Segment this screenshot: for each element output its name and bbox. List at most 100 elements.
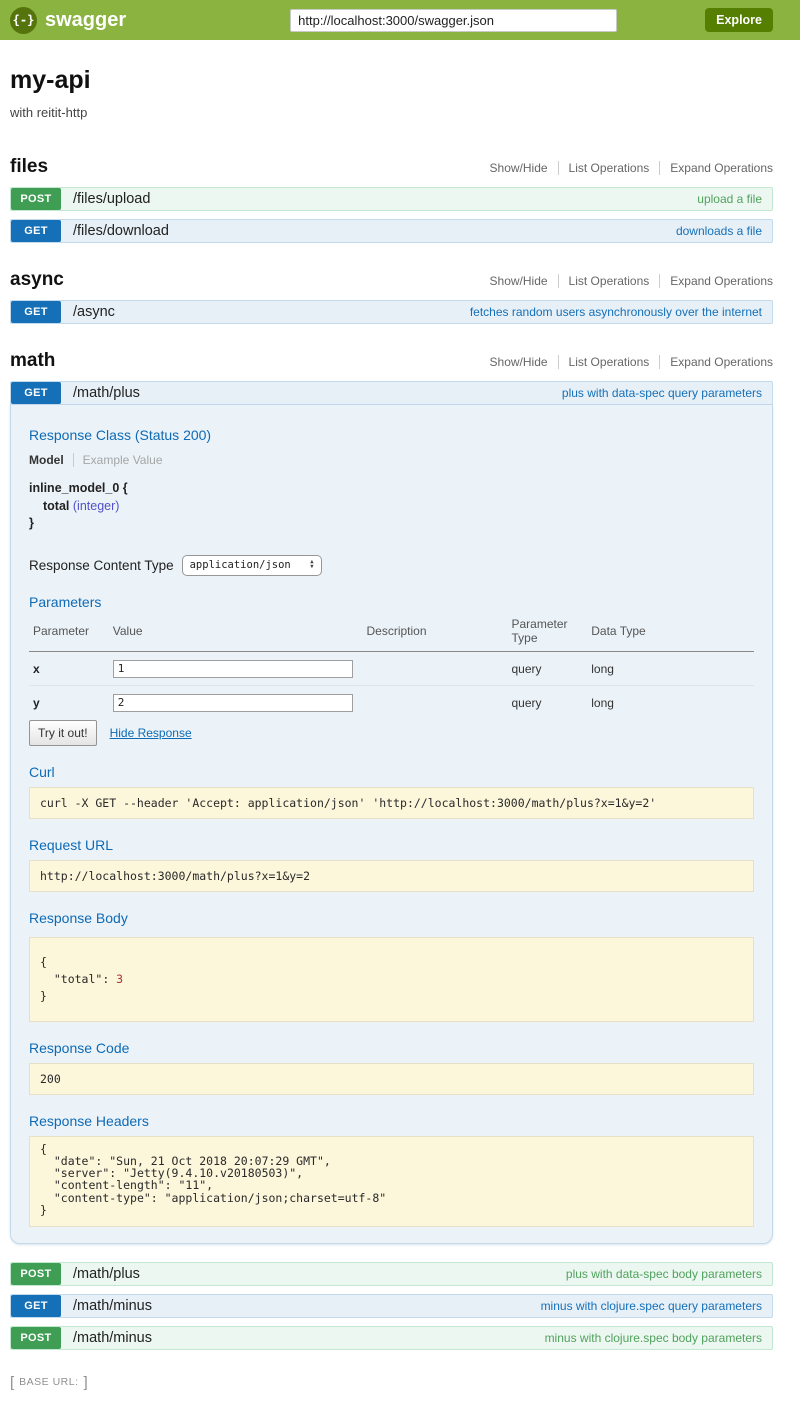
header-bar: {-} swagger Explore	[0, 0, 800, 40]
param-name: x	[29, 651, 109, 685]
select-stepper-icon: ▲▼	[310, 560, 313, 570]
response-headers-title: Response Headers	[29, 1113, 754, 1129]
col-description: Description	[363, 612, 508, 652]
operation-row-get-async[interactable]: GET /async fetches random users asynchro…	[10, 300, 773, 324]
bracket-close: ]	[84, 1374, 88, 1391]
param-type: query	[508, 651, 588, 685]
get-method-badge: GET	[11, 382, 61, 404]
resource-section-async: async Show/Hide List Operations Expand O…	[10, 269, 773, 324]
model-signature-close: }	[29, 515, 754, 533]
get-method-badge: GET	[11, 1295, 61, 1317]
operation-row-post-math-plus[interactable]: POST /math/plus plus with data-spec body…	[10, 1262, 773, 1286]
post-method-badge: POST	[11, 1327, 61, 1349]
col-data-type: Data Type	[587, 612, 754, 652]
operation-row-post-files-upload[interactable]: POST /files/upload upload a file	[10, 187, 773, 211]
tab-example-value[interactable]: Example Value	[74, 453, 163, 467]
response-code-title: Response Code	[29, 1040, 754, 1056]
expand-operations-link[interactable]: Expand Operations	[659, 274, 773, 288]
tab-model[interactable]: Model	[29, 453, 74, 467]
operation-summary[interactable]: minus with clojure.spec body parameters	[545, 1331, 762, 1345]
operation-path[interactable]: /math/minus	[73, 1330, 152, 1346]
resource-section-math: math Show/Hide List Operations Expand Op…	[10, 350, 773, 1350]
operation-detail-panel: Response Class (Status 200) Model Exampl…	[10, 405, 773, 1244]
page-content: my-api with reitit-http files Show/Hide …	[10, 66, 773, 1391]
col-parameter: Parameter	[29, 612, 109, 652]
json-text: { "total":	[40, 955, 116, 986]
resource-section-files: files Show/Hide List Operations Expand O…	[10, 156, 773, 243]
selected-content-type: application/json	[190, 559, 291, 571]
post-method-badge: POST	[11, 1263, 61, 1285]
response-class-title: Response Class (Status 200)	[29, 427, 754, 443]
list-operations-link[interactable]: List Operations	[558, 355, 660, 369]
swagger-braces-icon: {-}	[10, 7, 37, 34]
response-content-type-row: Response Content Type application/json ▲…	[29, 555, 754, 576]
operation-path[interactable]: /math/plus	[73, 1266, 140, 1282]
curl-command: curl -X GET --header 'Accept: applicatio…	[29, 787, 754, 819]
base-url-footer: [ BASE URL: ]	[10, 1374, 773, 1391]
list-operations-link[interactable]: List Operations	[558, 161, 660, 175]
resource-title: files	[10, 156, 48, 178]
response-headers-json: { "date": "Sun, 21 Oct 2018 20:07:29 GMT…	[29, 1136, 754, 1226]
base-url-label: BASE URL:	[19, 1376, 78, 1388]
col-parameter-type: Parameter Type	[508, 612, 588, 652]
operation-row-get-math-minus[interactable]: GET /math/minus minus with clojure.spec …	[10, 1294, 773, 1318]
show-hide-link[interactable]: Show/Hide	[480, 355, 558, 369]
list-operations-link[interactable]: List Operations	[558, 274, 660, 288]
get-method-badge: GET	[11, 301, 61, 323]
param-x-input[interactable]	[113, 660, 353, 678]
parameter-row-x: x query long	[29, 651, 754, 685]
operation-summary[interactable]: upload a file	[697, 192, 762, 206]
operation-summary[interactable]: fetches random users asynchronously over…	[470, 305, 762, 319]
curl-title: Curl	[29, 764, 754, 780]
param-description	[363, 685, 508, 715]
operation-row-post-math-minus[interactable]: POST /math/minus minus with clojure.spec…	[10, 1326, 773, 1350]
operation-path[interactable]: /files/download	[73, 223, 169, 239]
model-field: total (integer)	[29, 498, 754, 516]
expand-operations-link[interactable]: Expand Operations	[659, 355, 773, 369]
resource-links: Show/Hide List Operations Expand Operati…	[480, 161, 773, 175]
operation-path[interactable]: /files/upload	[73, 191, 150, 207]
brand-text: swagger	[45, 9, 126, 32]
hide-response-link[interactable]: Hide Response	[110, 726, 192, 740]
show-hide-link[interactable]: Show/Hide	[480, 274, 558, 288]
resource-links: Show/Hide List Operations Expand Operati…	[480, 274, 773, 288]
page-subtitle: with reitit-http	[10, 105, 773, 120]
request-url-value: http://localhost:3000/math/plus?x=1&y=2	[29, 860, 754, 892]
try-it-out-button[interactable]: Try it out!	[29, 720, 97, 746]
api-url-input[interactable]	[290, 9, 617, 32]
show-hide-link[interactable]: Show/Hide	[480, 161, 558, 175]
resource-links: Show/Hide List Operations Expand Operati…	[480, 355, 773, 369]
param-data-type: long	[587, 685, 754, 715]
response-content-type-label: Response Content Type	[29, 558, 174, 573]
page-title: my-api	[10, 66, 773, 95]
resource-heading: async Show/Hide List Operations Expand O…	[10, 269, 773, 291]
expand-operations-link[interactable]: Expand Operations	[659, 161, 773, 175]
model-signature-open: inline_model_0 {	[29, 480, 754, 498]
response-code-value: 200	[29, 1063, 754, 1095]
model-field-type: (integer)	[73, 499, 120, 513]
operation-path[interactable]: /async	[73, 304, 115, 320]
model-tabs: Model Example Value	[29, 453, 754, 467]
parameter-row-y: y query long	[29, 685, 754, 715]
post-method-badge: POST	[11, 188, 61, 210]
swagger-logo[interactable]: {-} swagger	[10, 7, 126, 34]
operation-path[interactable]: /math/plus	[73, 385, 140, 401]
operation-summary[interactable]: downloads a file	[676, 224, 762, 238]
operation-summary[interactable]: minus with clojure.spec query parameters	[541, 1299, 762, 1313]
operation-path[interactable]: /math/minus	[73, 1298, 152, 1314]
response-content-type-select[interactable]: application/json ▲▼	[182, 555, 322, 576]
get-method-badge: GET	[11, 220, 61, 242]
parameters-title: Parameters	[29, 594, 754, 610]
json-number: 3	[116, 972, 123, 986]
param-y-input[interactable]	[113, 694, 353, 712]
operation-summary[interactable]: plus with data-spec body parameters	[566, 1267, 762, 1281]
model-field-name: total	[43, 499, 69, 513]
parameters-table: Parameter Value Description Parameter Ty…	[29, 612, 754, 715]
operation-row-get-files-download[interactable]: GET /files/download downloads a file	[10, 219, 773, 243]
param-data-type: long	[587, 651, 754, 685]
model-signature: inline_model_0 { total (integer) }	[29, 480, 754, 533]
resource-heading: math Show/Hide List Operations Expand Op…	[10, 350, 773, 372]
operation-row-get-math-plus[interactable]: GET /math/plus plus with data-spec query…	[10, 381, 773, 405]
operation-summary[interactable]: plus with data-spec query parameters	[562, 386, 762, 400]
explore-button[interactable]: Explore	[705, 8, 773, 32]
